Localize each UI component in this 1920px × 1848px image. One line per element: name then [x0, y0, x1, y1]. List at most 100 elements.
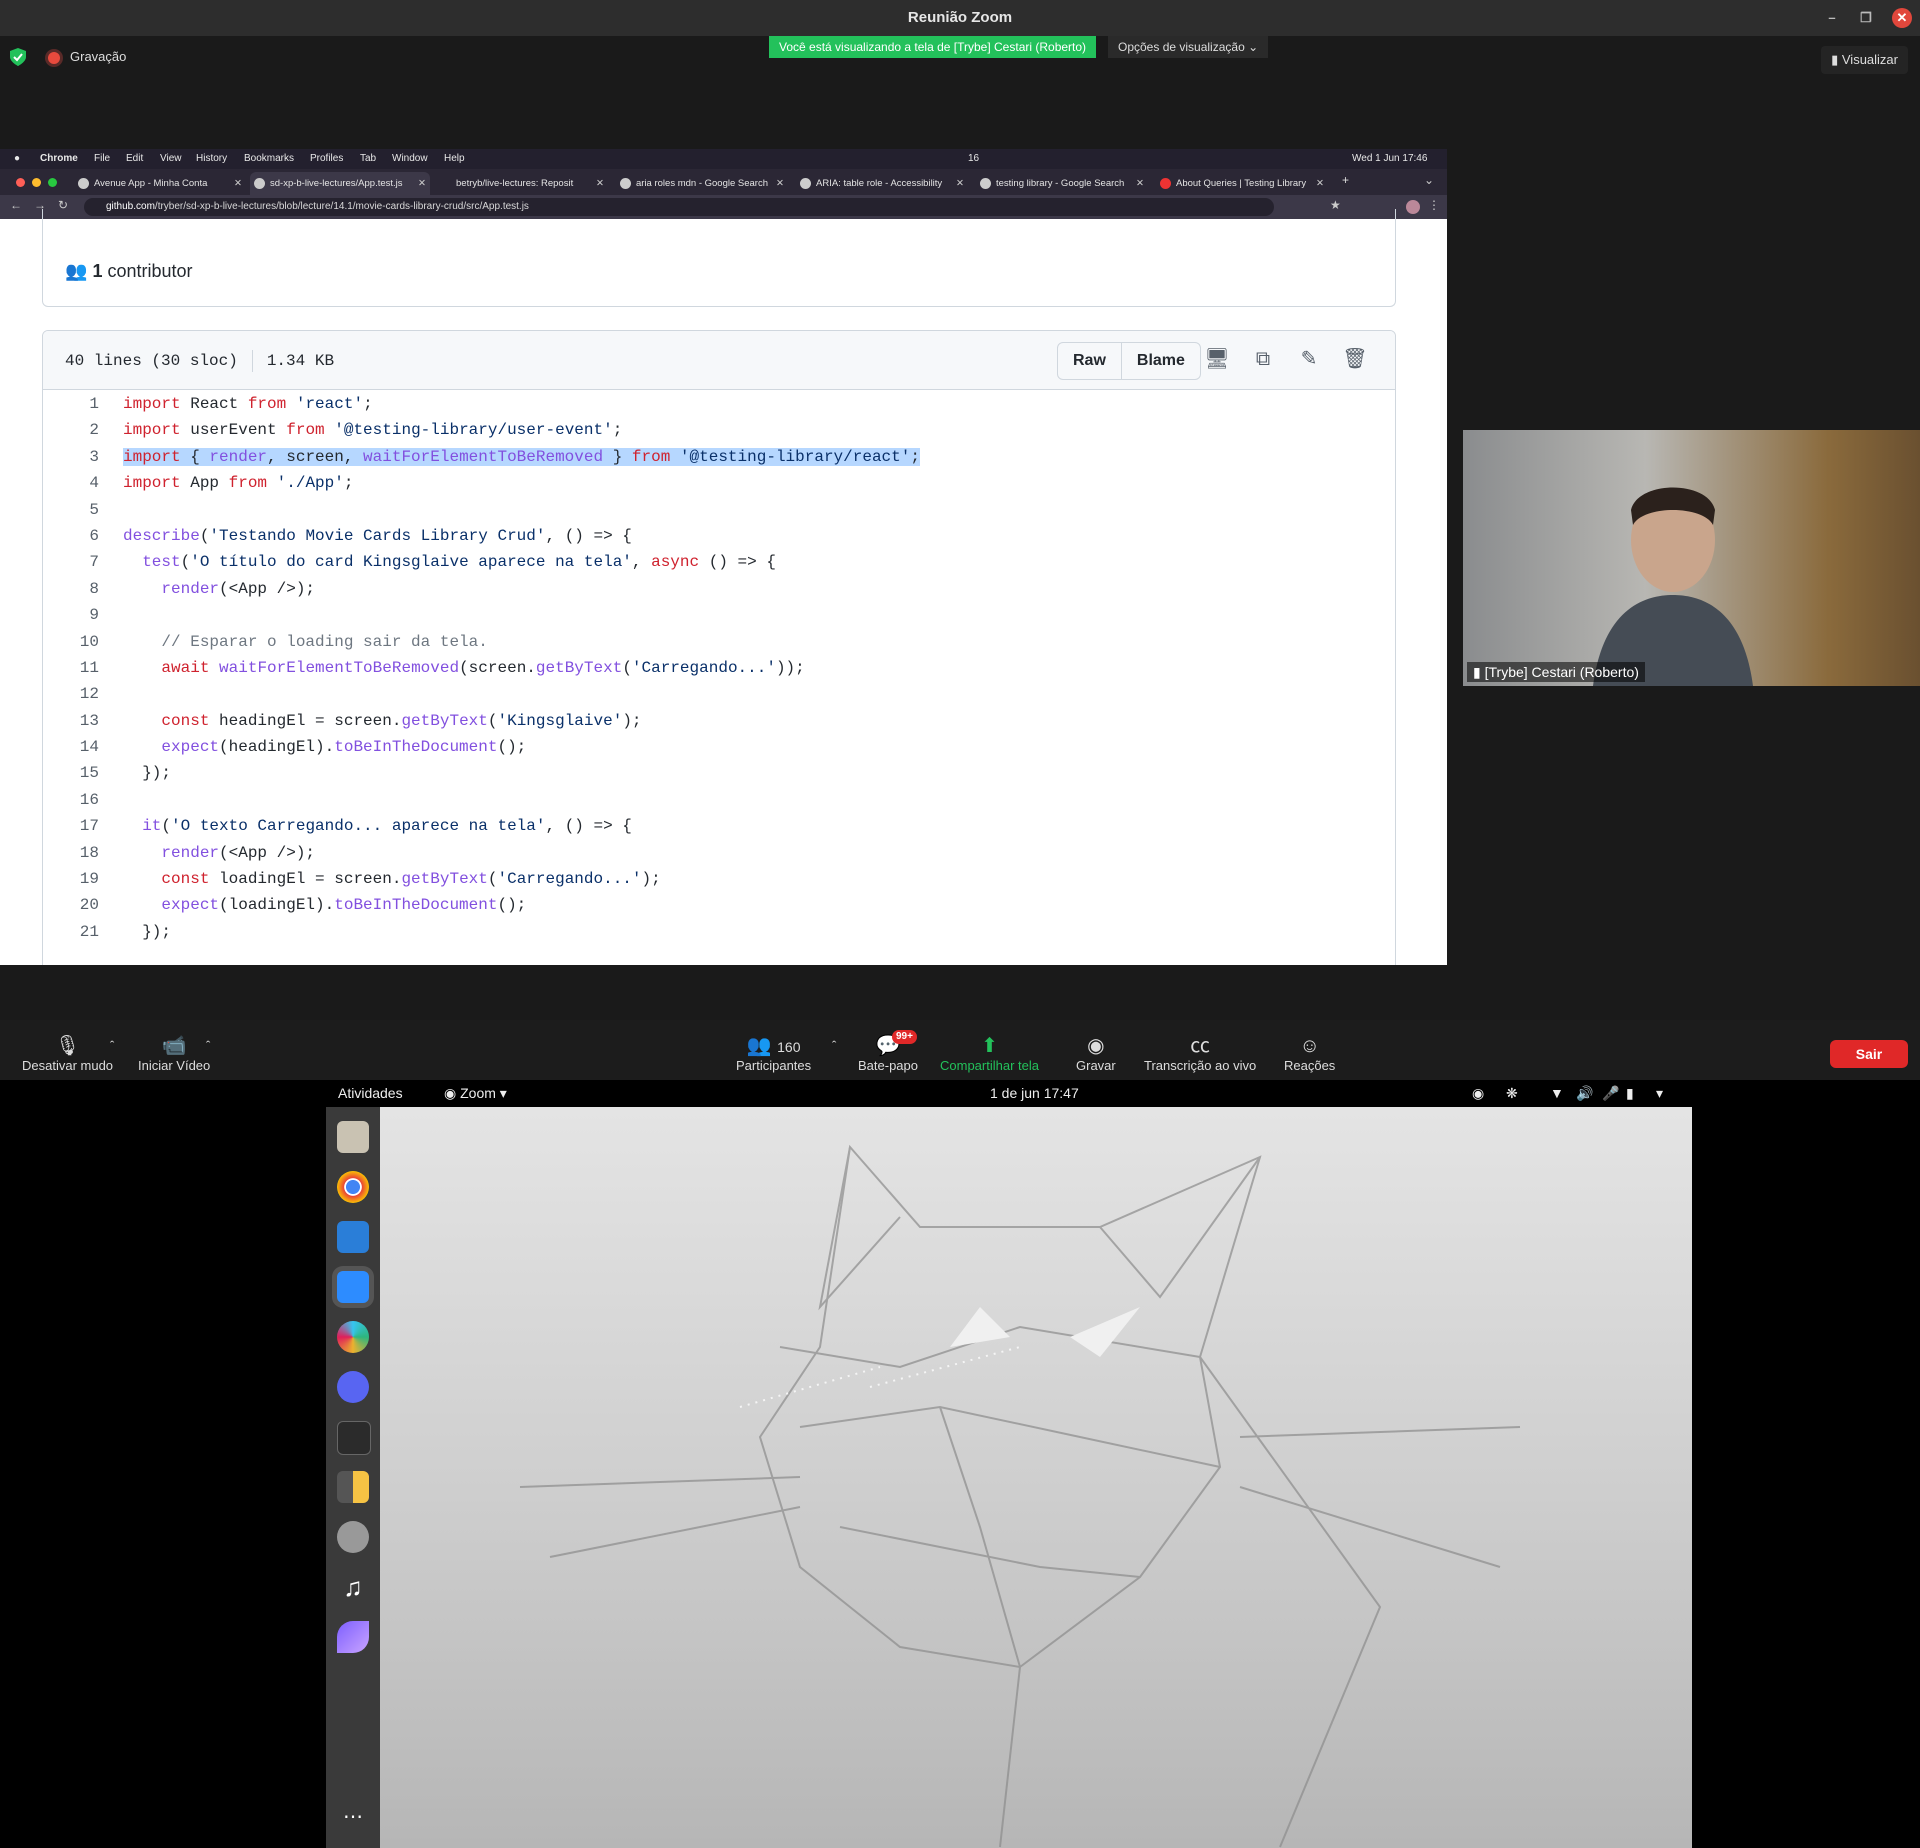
network-icon[interactable]: ▼: [1550, 1080, 1564, 1107]
unmute-button[interactable]: 🎙 Desativar mudo: [22, 1034, 113, 1073]
slack-tray-icon[interactable]: ❋: [1506, 1080, 1518, 1107]
chrome-menu-icon[interactable]: ⋮: [1428, 198, 1440, 212]
close-tab-icon[interactable]: ✕: [418, 172, 426, 195]
vscode-icon[interactable]: [337, 1221, 369, 1253]
line-number[interactable]: 4: [43, 470, 99, 496]
back-icon[interactable]: ←: [10, 198, 22, 212]
reactions-button[interactable]: ☺ Reações: [1284, 1034, 1335, 1073]
zoom-icon[interactable]: [337, 1271, 369, 1303]
close-tab-icon[interactable]: ✕: [1136, 172, 1144, 195]
microphone-icon[interactable]: 🎤: [1602, 1080, 1619, 1107]
menu-view[interactable]: View: [160, 149, 182, 169]
tab-search-icon[interactable]: ⌄: [1424, 173, 1434, 187]
menu-tab[interactable]: Tab: [360, 149, 376, 169]
terminal-icon[interactable]: [337, 1421, 371, 1455]
status-count-badge[interactable]: 16: [968, 149, 979, 169]
feather-icon[interactable]: [337, 1621, 369, 1653]
top-bar-clock[interactable]: 1 de jun 17:47: [990, 1080, 1079, 1107]
zoom-window-icon[interactable]: [48, 178, 57, 187]
transcription-button[interactable]: ㏄ Transcrição ao vivo: [1144, 1034, 1256, 1073]
trash-icon[interactable]: 🗑: [1341, 345, 1369, 373]
line-number[interactable]: 5: [43, 497, 99, 523]
menu-chrome[interactable]: Chrome: [40, 149, 78, 169]
line-number[interactable]: 2: [43, 417, 99, 443]
activities-button[interactable]: Atividades: [338, 1080, 403, 1107]
line-number[interactable]: 13: [43, 708, 99, 734]
show-apps-icon[interactable]: ⋯: [337, 1801, 369, 1833]
tab-testing-library-search[interactable]: testing library - Google Search ✕: [976, 172, 1148, 195]
tab-aria-roles[interactable]: aria roles mdn - Google Search ✕: [616, 172, 788, 195]
minimize-icon[interactable]: –: [1822, 8, 1842, 28]
close-tab-icon[interactable]: ✕: [776, 172, 784, 195]
line-number[interactable]: 15: [43, 760, 99, 786]
desktop-icon[interactable]: 🖥: [1203, 345, 1231, 373]
pencil-icon[interactable]: ✎: [1295, 345, 1323, 373]
share-screen-button[interactable]: ⬆ Compartilhar tela: [940, 1034, 1039, 1073]
line-number[interactable]: 21: [43, 919, 99, 945]
view-button[interactable]: ▮ Visualizar: [1821, 46, 1908, 74]
close-tab-icon[interactable]: ✕: [596, 172, 604, 195]
line-number[interactable]: 12: [43, 681, 99, 707]
participants-button[interactable]: 👥 160 Participantes: [736, 1034, 811, 1073]
raw-button[interactable]: Raw: [1058, 343, 1121, 379]
close-tab-icon[interactable]: ✕: [234, 172, 242, 195]
line-number[interactable]: 11: [43, 655, 99, 681]
music-icon[interactable]: ♫: [337, 1571, 369, 1603]
line-number[interactable]: 9: [43, 602, 99, 628]
line-number[interactable]: 14: [43, 734, 99, 760]
calculator-icon[interactable]: [337, 1471, 369, 1503]
tab-avenue[interactable]: Avenue App - Minha Conta ✕: [74, 172, 246, 195]
chevron-up-icon[interactable]: ˆ: [110, 1038, 114, 1053]
tab-live-lectures[interactable]: betryb/live-lectures: Reposit ✕: [436, 172, 608, 195]
files-icon[interactable]: [337, 1121, 369, 1153]
line-number[interactable]: 10: [43, 629, 99, 655]
close-window-icon[interactable]: [16, 178, 25, 187]
menu-help[interactable]: Help: [444, 149, 465, 169]
tab-aria-table[interactable]: ARIA: table role - Accessibility ✕: [796, 172, 968, 195]
zoom-tray-icon[interactable]: ◉: [1472, 1080, 1484, 1107]
chevron-up-icon[interactable]: ˆ: [832, 1038, 836, 1053]
participant-video[interactable]: ▮ [Trybe] Cestari (Roberto): [1463, 430, 1920, 686]
line-number[interactable]: 20: [43, 892, 99, 918]
software-center-icon[interactable]: [337, 1521, 369, 1553]
view-options-dropdown[interactable]: Opções de visualização ⌄: [1108, 36, 1269, 58]
shield-icon[interactable]: [10, 48, 26, 66]
line-number[interactable]: 6: [43, 523, 99, 549]
discord-icon[interactable]: [337, 1371, 369, 1403]
close-tab-icon[interactable]: ✕: [956, 172, 964, 195]
battery-icon[interactable]: ▮: [1626, 1080, 1634, 1107]
slack-icon[interactable]: [337, 1321, 369, 1353]
new-tab-icon[interactable]: +: [1342, 173, 1349, 187]
line-number[interactable]: 1: [43, 391, 99, 417]
close-icon[interactable]: ✕: [1892, 8, 1912, 28]
record-button[interactable]: ◉ Gravar: [1076, 1034, 1116, 1073]
line-number[interactable]: 3: [43, 444, 99, 470]
profile-avatar[interactable]: [1406, 200, 1420, 214]
blame-button[interactable]: Blame: [1120, 343, 1200, 379]
tab-app-test[interactable]: sd-xp-b-live-lectures/App.test.js ✕: [250, 172, 430, 195]
apple-icon[interactable]: ●: [14, 149, 20, 169]
line-number[interactable]: 8: [43, 576, 99, 602]
tab-about-queries[interactable]: About Queries | Testing Library ✕: [1156, 172, 1328, 195]
menu-history[interactable]: History: [196, 149, 227, 169]
volume-icon[interactable]: 🔊: [1576, 1080, 1593, 1107]
close-tab-icon[interactable]: ✕: [1316, 172, 1324, 195]
menu-profiles[interactable]: Profiles: [310, 149, 343, 169]
contributors-summary[interactable]: 👥 1 contributor: [65, 261, 193, 282]
menu-file[interactable]: File: [94, 149, 110, 169]
line-number[interactable]: 17: [43, 813, 99, 839]
menu-window[interactable]: Window: [392, 149, 428, 169]
chevron-up-icon[interactable]: ˆ: [206, 1038, 210, 1053]
line-number[interactable]: 19: [43, 866, 99, 892]
restore-icon[interactable]: ❐: [1856, 8, 1876, 28]
chrome-icon[interactable]: [337, 1171, 369, 1203]
leave-button[interactable]: Sair: [1830, 1040, 1908, 1068]
minimize-window-icon[interactable]: [32, 178, 41, 187]
copy-icon[interactable]: ⧉: [1249, 345, 1277, 373]
start-video-button[interactable]: 📹 Iniciar Vídeo: [138, 1034, 210, 1073]
line-number[interactable]: 18: [43, 840, 99, 866]
app-menu[interactable]: ◉ Zoom ▾: [444, 1080, 507, 1107]
line-number[interactable]: 16: [43, 787, 99, 813]
menu-clock[interactable]: Wed 1 Jun 17:46: [1352, 149, 1427, 169]
system-menu-icon[interactable]: ▾: [1656, 1080, 1663, 1107]
